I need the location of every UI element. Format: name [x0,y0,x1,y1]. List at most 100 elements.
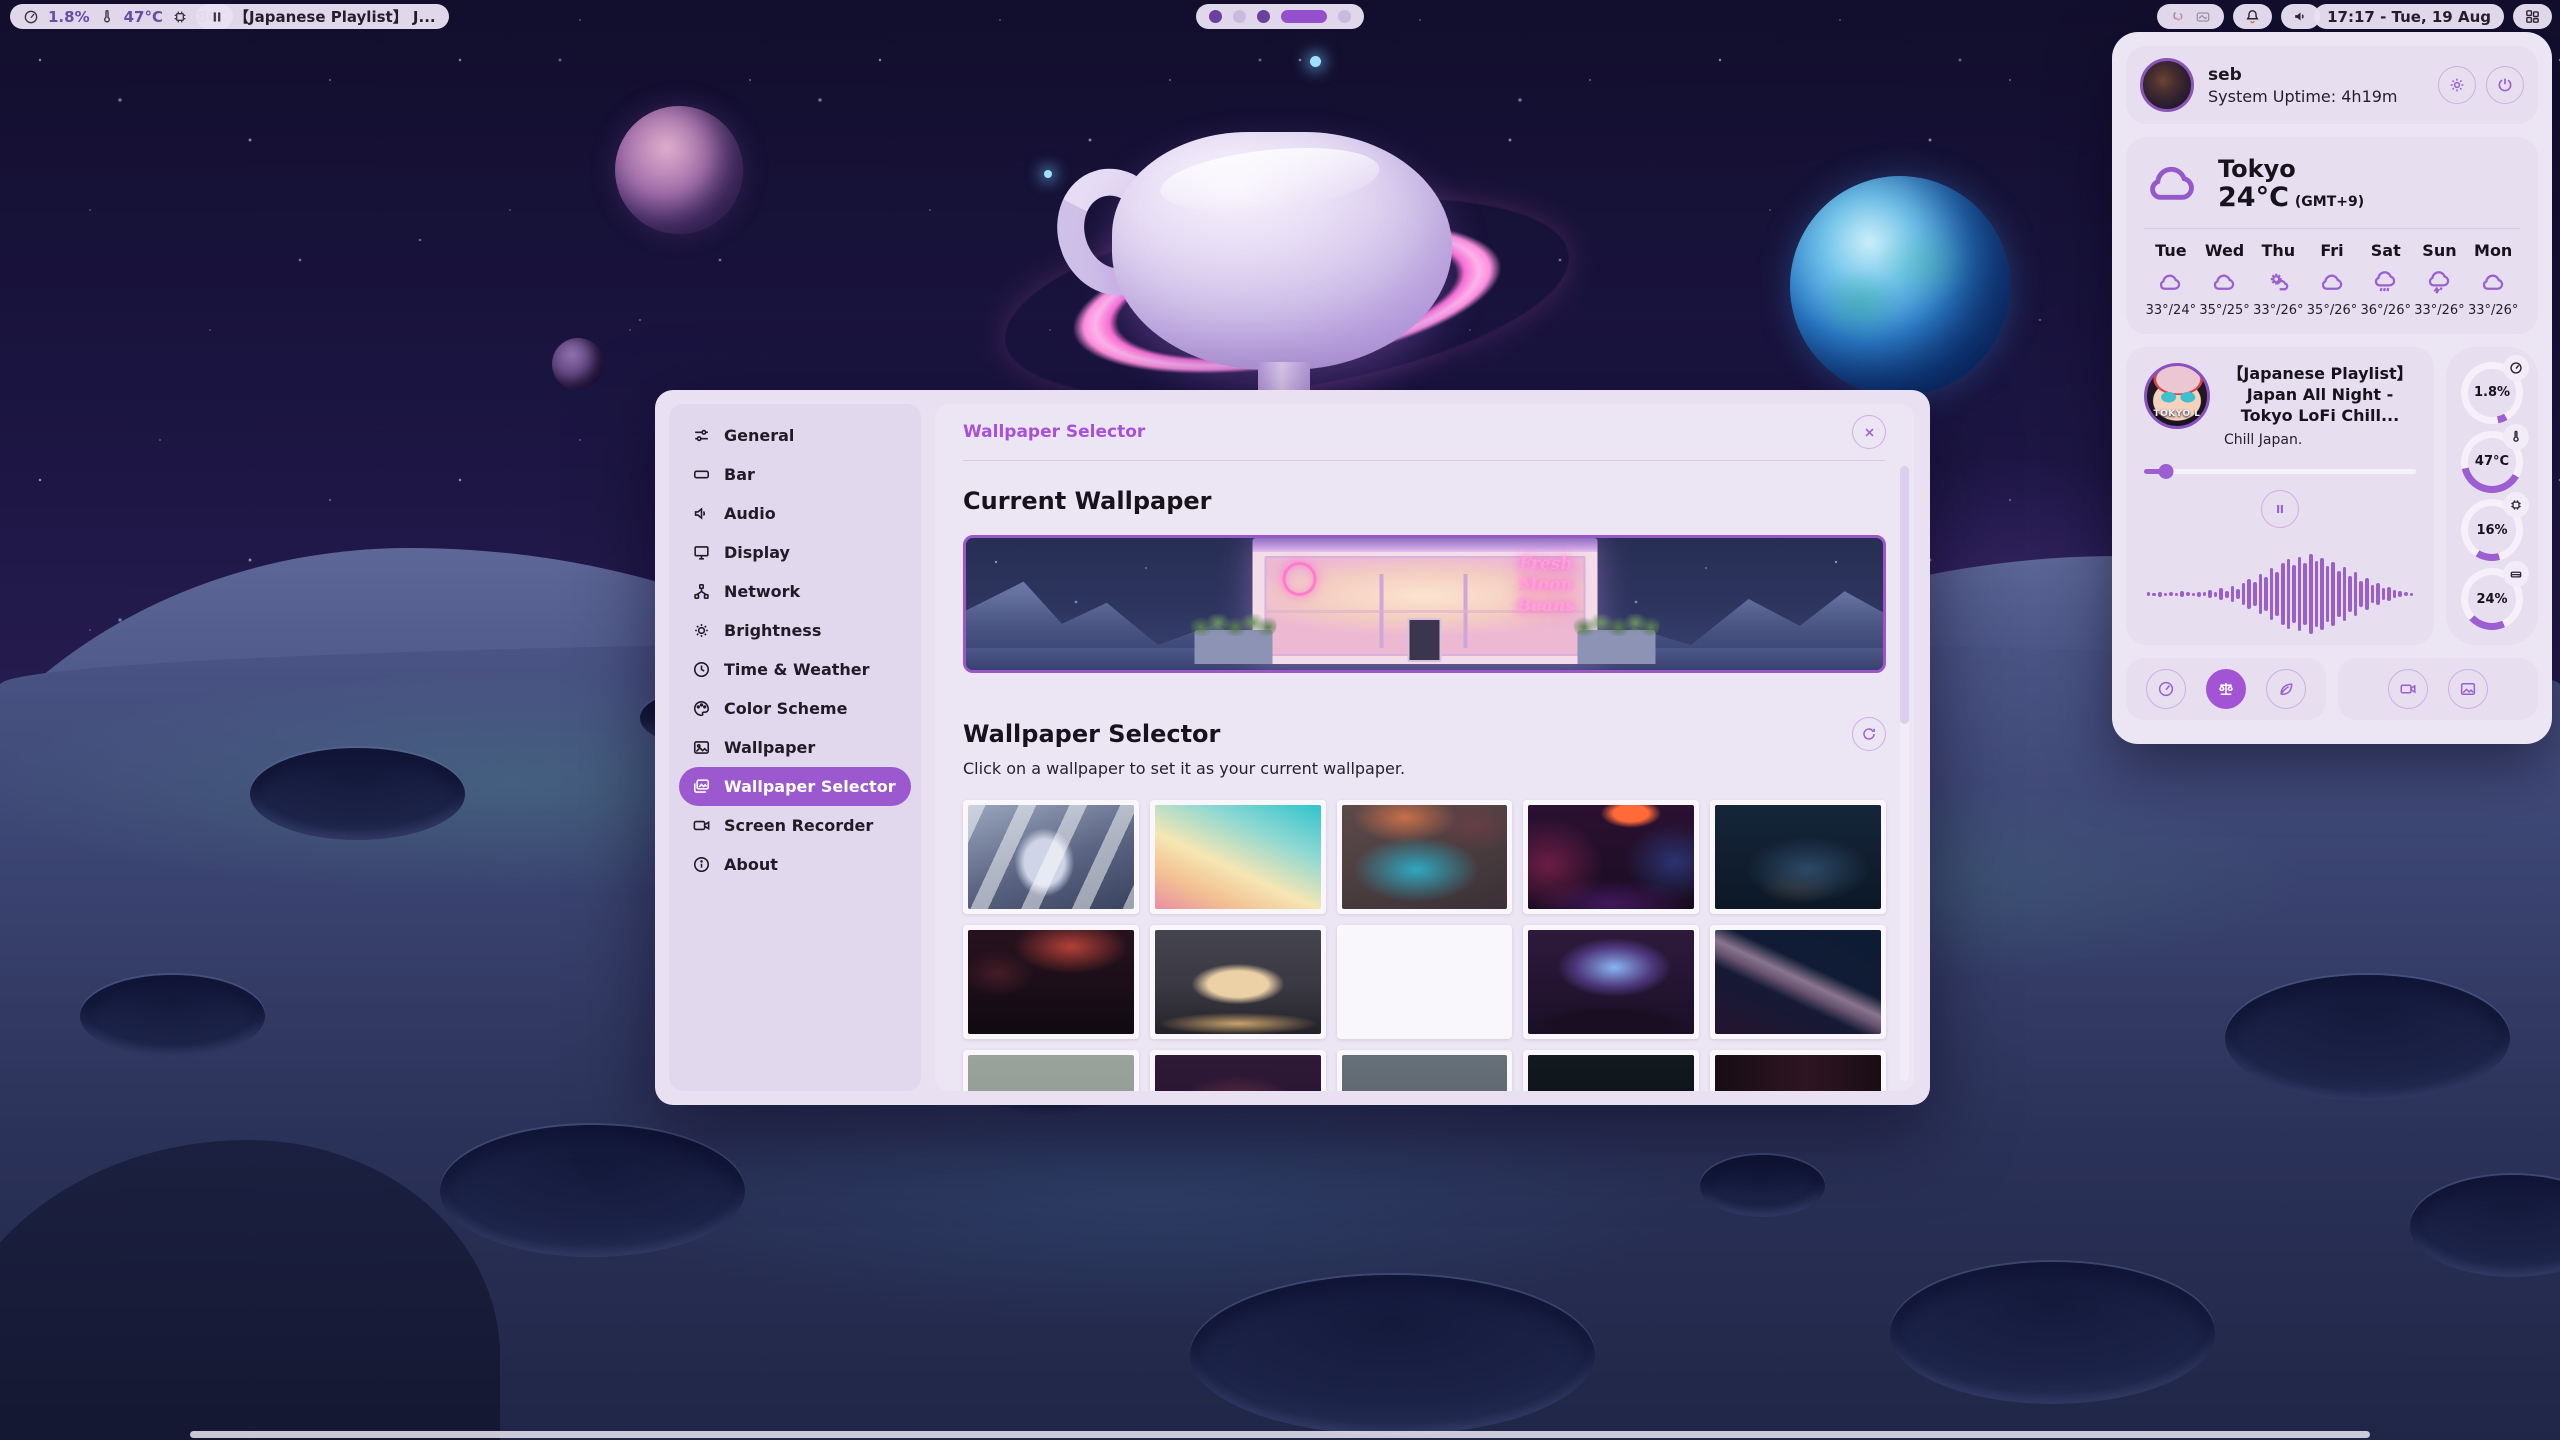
palette-icon [692,699,711,718]
sidebar-label: Bar [724,465,755,484]
sidebar-item-brightness[interactable]: Brightness [679,611,911,650]
forecast-temps: 33°/26° [2466,303,2520,318]
screen-record-button[interactable] [2388,669,2428,709]
crater [440,1125,745,1257]
pause-button[interactable] [2261,490,2299,528]
refresh-icon [1861,726,1877,742]
crater [1700,1155,1825,1217]
planter-left [1194,630,1272,664]
wallpaper-option-dark-maroon[interactable] [1710,1050,1886,1091]
sidebar-item-time-weather[interactable]: Time & Weather [679,650,911,689]
sidebar-item-general[interactable]: General [679,416,911,455]
purple-planet [615,106,743,234]
settings-sidebar: General Bar Audio Display Network Bright… [669,404,921,1091]
media-player-pill[interactable]: 【Japanese Playlist】 J... [196,4,449,29]
performance-mode-button[interactable] [2146,669,2186,709]
wallpaper-option-purple-ring[interactable] [1337,925,1513,1039]
selector-heading: Wallpaper Selector [963,720,1220,748]
video-camera-icon [2399,680,2417,698]
ram-gauge: 16% [2461,499,2523,561]
clock-icon [692,660,711,679]
close-button[interactable] [1852,415,1886,449]
tray-app-icon[interactable] [2170,9,2186,25]
screenshot-tray-icon[interactable] [2195,9,2211,25]
forecast-temps: 33°/26° [2251,303,2305,318]
crater [80,975,265,1057]
wallpaper-option-nebula-forest[interactable] [1523,925,1699,1039]
powersave-mode-button[interactable] [2266,669,2306,709]
power-button[interactable] [2486,66,2524,104]
wallpaper-thumbnail [1715,1055,1881,1091]
wallpaper-grid [963,800,1886,1091]
wallpaper-option-anime-girl[interactable] [963,800,1139,914]
weather-card: Tokyo 24°C (GMT+9) Tue 33°/24° Wed 35°/2… [2126,137,2538,334]
sidebar-item-about[interactable]: About [679,845,911,884]
sidebar-item-bar[interactable]: Bar [679,455,911,494]
forecast-day-label: Tue [2144,241,2198,260]
wallpaper-option-pastel-gradient[interactable] [1150,800,1326,914]
wallpaper-option-gray-blue[interactable] [1337,1050,1513,1091]
sidebar-item-audio[interactable]: Audio [679,494,911,533]
wallpaper-option-blur-abstract[interactable] [1337,800,1513,914]
refresh-button[interactable] [1852,717,1886,751]
image-icon [692,738,711,757]
gear-icon [2448,76,2466,94]
wallpaper-thumbnail [1342,1055,1508,1091]
wallpaper-option-red-forest[interactable] [963,925,1139,1039]
sidebar-item-display[interactable]: Display [679,533,911,572]
workspace-dot-1[interactable] [1209,10,1222,23]
sidebar-item-wallpaper[interactable]: Wallpaper [679,728,911,767]
planter-right [1577,630,1655,664]
dashboard-pill[interactable] [2513,4,2552,29]
workspace-dot-4[interactable] [1281,10,1327,23]
system-uptime: System Uptime: 4h19m [2208,87,2398,106]
content-scrollbar[interactable] [1900,466,1909,1081]
temperature-gauge: 47°C [2461,431,2523,493]
wallpaper-option-neon-arcade[interactable] [1523,800,1699,914]
capture-tools-card [2338,658,2538,720]
workspace-dot-2[interactable] [1233,10,1246,23]
scrollbar-thumb[interactable] [1900,466,1909,724]
wallpaper-thumbnail [968,1055,1134,1091]
slider-thumb[interactable] [2158,464,2173,479]
system-tray-pill[interactable] [2157,4,2224,29]
wallpaper-option-mountain-village[interactable] [1710,800,1886,914]
wallpaper-option-dark-teal[interactable] [1523,1050,1699,1091]
wallpaper-option-mesh-wave[interactable] [1710,925,1886,1039]
chip-icon [2503,492,2529,518]
sidebar-label: Brightness [724,621,821,640]
wallpaper-thumbnail [968,805,1134,909]
current-wallpaper-preview[interactable]: Fresh Moon Beans [963,535,1886,673]
sidebar-item-network[interactable]: Network [679,572,911,611]
wallpaper-thumbnail [1342,805,1508,909]
sidebar-item-color-scheme[interactable]: Color Scheme [679,689,911,728]
wallpaper-thumbnail [1715,805,1881,909]
scales-icon [2217,680,2235,698]
wallpaper-option-sage[interactable] [963,1050,1139,1091]
wallpaper-option-autumn-forest[interactable] [1150,1050,1326,1091]
wallpaper-option-lofi-coffee[interactable] [1150,925,1326,1039]
notification-pill[interactable] [2233,4,2272,29]
workspace-indicator[interactable] [1196,4,1364,29]
bar-icon [692,465,711,484]
cpu-gauge: 1.8% [2461,362,2523,424]
forecast-day: Mon 33°/26° [2466,241,2520,318]
sidebar-label: Display [724,543,790,562]
wallpaper-shortcut-button[interactable] [2448,669,2488,709]
sidebar-item-screen-recorder[interactable]: Screen Recorder [679,806,911,845]
earth-planet [1790,176,2010,396]
workspace-dot-3[interactable] [1257,10,1270,23]
sidebar-item-wallpaper-selector[interactable]: Wallpaper Selector [679,767,911,806]
crater [1190,1275,1595,1435]
forecast-day-label: Thu [2251,241,2305,260]
top-bar: 1.8% 47°C 8G 【Japanese Playlist】 J... 17… [0,0,2560,34]
clock-pill[interactable]: 17:17 - Tue, 19 Aug [2314,4,2504,29]
forecast-day-label: Sun [2413,241,2467,260]
weather-timezone: (GMT+9) [2295,194,2364,210]
settings-button[interactable] [2438,66,2476,104]
forecast-day: Sun 33°/26° [2413,241,2467,318]
balanced-mode-button[interactable] [2206,669,2246,709]
dock-peek-bar [190,1431,2370,1438]
workspace-dot-5[interactable] [1338,10,1351,23]
seek-slider[interactable] [2144,464,2416,478]
